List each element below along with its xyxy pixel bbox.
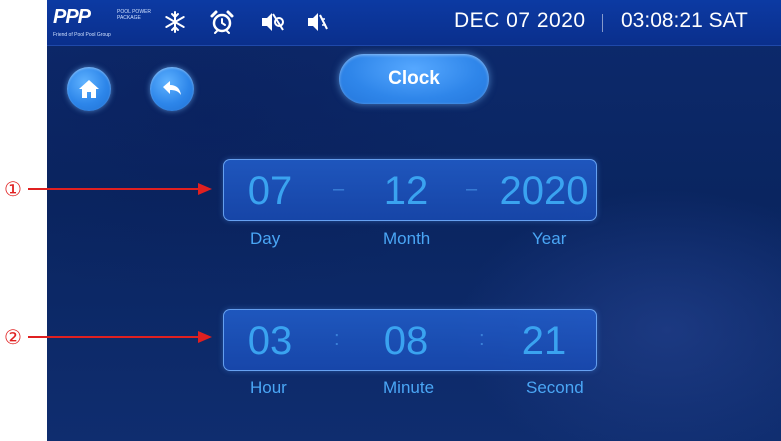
back-icon	[163, 81, 181, 95]
snowflake-icon[interactable]	[162, 9, 188, 35]
speaker-muted-icon[interactable]	[304, 9, 330, 35]
year-label: Year	[532, 229, 567, 248]
logo-mark: PPP	[53, 6, 91, 28]
home-icon	[79, 80, 99, 98]
page-title[interactable]: Clock	[339, 54, 489, 104]
back-button[interactable]	[150, 67, 194, 111]
status-bar: PPP POOL POWER PACKAGE Friend of Pool Po…	[47, 0, 781, 46]
minute-label: Minute	[383, 378, 435, 397]
second-label: Second	[526, 378, 584, 397]
status-separator	[602, 14, 603, 32]
fan-muted-icon[interactable]	[259, 9, 285, 35]
callout-arrow-1	[28, 183, 212, 195]
status-date: DEC 07 2020	[454, 9, 586, 32]
home-button[interactable]	[67, 67, 111, 111]
day-label: Day	[250, 229, 281, 248]
hour-label: Hour	[250, 378, 287, 397]
logo-brand: Friend of Pool Pool Group	[53, 32, 111, 38]
callout-arrow-2	[28, 331, 212, 343]
month-label: Month	[383, 229, 431, 248]
logo-subtitle: POOL POWER PACKAGE	[117, 9, 151, 21]
alarm-clock-icon[interactable]	[209, 9, 235, 35]
device-screen: PPP POOL POWER PACKAGE Friend of Pool Po…	[47, 0, 781, 441]
status-time: 03:08:21 SAT	[621, 9, 748, 32]
